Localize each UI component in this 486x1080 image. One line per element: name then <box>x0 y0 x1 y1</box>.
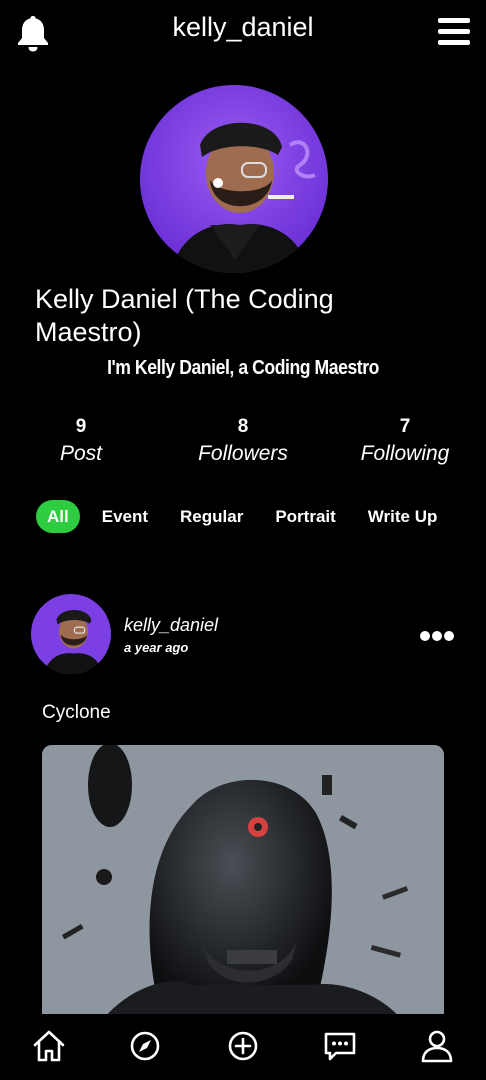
stat-followers-value: 8 <box>237 416 249 437</box>
filter-chip-write-up[interactable]: Write Up <box>358 500 448 533</box>
post-caption: Cyclone <box>42 702 111 723</box>
home-icon[interactable] <box>31 1028 67 1064</box>
post-image[interactable] <box>42 745 444 1020</box>
profile-full-name: Kelly Daniel (The Coding Maestro) <box>35 284 334 347</box>
more-dots-icon[interactable] <box>420 628 456 641</box>
filter-chip-portrait[interactable]: Portrait <box>265 500 345 533</box>
filter-chip-regular[interactable]: Regular <box>170 500 253 533</box>
menu-icon[interactable] <box>438 18 470 46</box>
stat-followers[interactable]: 8 Followers <box>168 415 318 469</box>
filter-chip-all[interactable]: All <box>36 500 80 533</box>
stat-posts-label: Post <box>59 442 103 465</box>
stat-posts[interactable]: 9 Post <box>6 415 156 469</box>
stat-followers-label: Followers <box>198 442 288 465</box>
stat-following-value: 7 <box>399 416 411 437</box>
profile-icon[interactable] <box>419 1028 455 1064</box>
post-timestamp: a year ago <box>124 640 189 655</box>
profile-bio: I'm Kelly Daniel, a Coding Maestro <box>107 357 379 379</box>
bottom-nav <box>0 1014 486 1080</box>
top-header: kelly_daniel <box>0 0 486 60</box>
header-username: kelly_daniel <box>172 12 314 42</box>
explore-compass-icon[interactable] <box>127 1028 163 1064</box>
post-username[interactable]: kelly_daniel <box>124 615 218 636</box>
stat-following[interactable]: 7 Following <box>330 415 480 469</box>
filter-chip-event[interactable]: Event <box>92 500 158 533</box>
stat-posts-value: 9 <box>75 416 87 437</box>
profile-avatar[interactable] <box>140 85 328 273</box>
profile-screen: kelly_daniel Kelly Daniel (The Coding Ma… <box>0 0 486 1080</box>
stat-following-label: Following <box>360 442 450 465</box>
add-post-icon[interactable] <box>225 1028 261 1064</box>
messages-icon[interactable] <box>322 1028 358 1064</box>
filter-chips: All Event Regular Portrait Write Up <box>36 500 486 536</box>
post-author-avatar[interactable] <box>31 594 111 674</box>
